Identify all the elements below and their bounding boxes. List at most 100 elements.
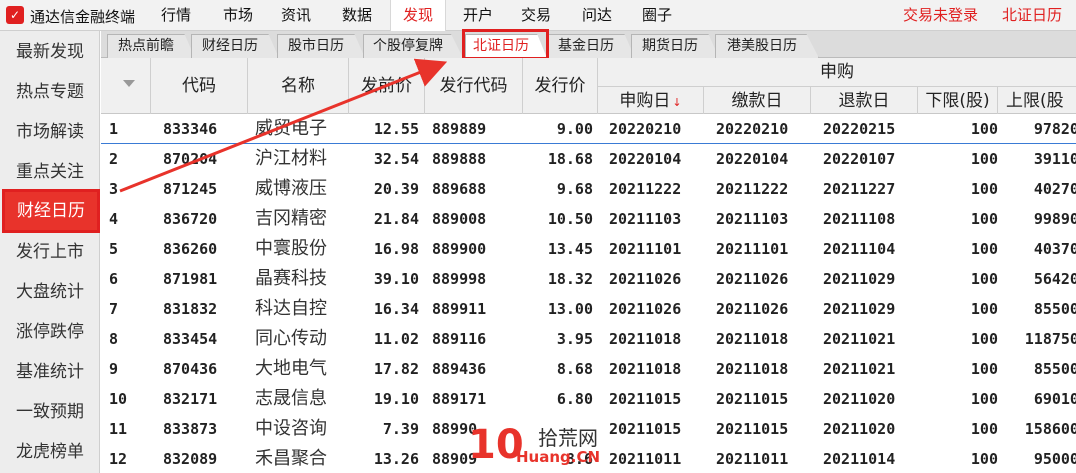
- header-min-shares[interactable]: 下限(股): [918, 86, 998, 114]
- header-refund-date[interactable]: 退款日: [811, 86, 918, 114]
- cell-subscription-date: 20211011: [609, 450, 682, 468]
- row-index: 5: [109, 240, 119, 258]
- sidebar: 最新发现 热点专题 市场解读 重点关注 财经日历 发行上市 大盘统计 涨停跌停 …: [0, 31, 100, 473]
- cell-code: 870436: [163, 360, 218, 378]
- cell-refund-date: 20220107: [823, 150, 896, 168]
- menu-item-data[interactable]: 数据: [331, 0, 383, 31]
- tab-bse-calendar[interactable]: 北证日历: [465, 34, 547, 58]
- header-name[interactable]: 名称: [248, 58, 349, 114]
- cell-subscription-date: 20211101: [609, 240, 682, 258]
- sidebar-item-key-focus[interactable]: 重点关注: [0, 152, 100, 192]
- cell-refund-date: 20211108: [823, 210, 896, 228]
- sidebar-item-market-stats[interactable]: 大盘统计: [0, 272, 100, 312]
- tab-futures-calendar[interactable]: 期货日历: [631, 34, 719, 58]
- bse-calendar-link[interactable]: 北证日历: [1002, 0, 1062, 31]
- cell-min-shares: 100: [970, 270, 998, 288]
- sort-column-header[interactable]: [101, 58, 151, 114]
- cell-payment-date: 20211026: [716, 300, 789, 318]
- table-row[interactable]: 4 836720 吉冈精密 21.84 889008 10.50 20211103 20211…: [101, 204, 1076, 234]
- cell-refund-date: 20211029: [823, 270, 896, 288]
- header-issue-code[interactable]: 发行代码: [425, 58, 523, 114]
- cell-issue-price: 6.80: [556, 390, 593, 408]
- cell-name: 威博液压: [255, 178, 327, 199]
- cell-pre-price: 39.10: [373, 270, 419, 288]
- header-subscription-date-label: 申购日: [619, 91, 671, 111]
- cell-min-shares: 100: [970, 300, 998, 318]
- cell-name: 大地电气: [255, 358, 327, 379]
- menu-bar: ✓ 通达信金融终端 行情 市场 资讯 数据 发现 开户 交易 问达 圈子 交易未…: [0, 0, 1076, 31]
- cell-issue-price: 10.50: [547, 210, 593, 228]
- trade-login-status-link[interactable]: 交易未登录: [903, 0, 978, 31]
- cell-name: 中设咨询: [255, 418, 327, 439]
- table-row[interactable]: 9 870436 大地电气 17.82 889436 8.68 20211018 202110…: [101, 354, 1076, 384]
- table-header: 代码 名称 发前价 发行代码 发行价 申购 申购日 ↓ 缴款日 退款日 下限(股)…: [101, 58, 1076, 114]
- header-pre-price[interactable]: 发前价: [349, 58, 425, 114]
- sidebar-item-ipo-listing[interactable]: 发行上市: [0, 232, 100, 272]
- menu-item-market[interactable]: 市场: [212, 0, 264, 31]
- cell-payment-date: 20211222: [716, 180, 789, 198]
- table-row[interactable]: 6 871981 晶赛科技 39.10 889998 18.32 20211026 20211…: [101, 264, 1076, 294]
- header-subscription-date[interactable]: 申购日 ↓: [598, 86, 704, 114]
- header-code[interactable]: 代码: [151, 58, 248, 114]
- sidebar-item-market-analysis[interactable]: 市场解读: [0, 112, 100, 152]
- sidebar-item-limit-up-down[interactable]: 涨停跌停: [0, 312, 100, 352]
- cell-refund-date: 20211020: [823, 390, 896, 408]
- cell-name: 志晟信息: [255, 388, 327, 409]
- cell-code: 832171: [163, 390, 218, 408]
- menu-item-circle[interactable]: 圈子: [631, 0, 683, 31]
- table-row[interactable]: 5 836260 中寰股份 16.98 889900 13.45 20211101 20211…: [101, 234, 1076, 264]
- tab-fund-calendar[interactable]: 基金日历: [547, 34, 635, 58]
- menu-item-ask[interactable]: 问达: [571, 0, 623, 31]
- table-row[interactable]: 3 871245 威博液压 20.39 889688 9.68 20211222 202112…: [101, 174, 1076, 204]
- cell-max-shares: 950000: [1033, 450, 1076, 468]
- cell-name: 吉冈精密: [255, 208, 327, 229]
- tab-financial-calendar[interactable]: 财经日历: [191, 34, 279, 58]
- table-row[interactable]: 7 831832 科达自控 16.34 889911 13.00 20211026 20211…: [101, 294, 1076, 324]
- cell-issue-price: 13.45: [547, 240, 593, 258]
- cell-min-shares: 100: [970, 120, 998, 138]
- row-index: 3: [109, 180, 119, 198]
- cell-refund-date: 20211227: [823, 180, 896, 198]
- cell-name: 禾昌聚合: [255, 448, 327, 469]
- sidebar-item-consensus-forecast[interactable]: 一致预期: [0, 392, 100, 432]
- cell-payment-date: 20211015: [716, 390, 789, 408]
- cell-refund-date: 20211014: [823, 450, 896, 468]
- header-issue-price[interactable]: 发行价: [523, 58, 598, 114]
- tab-stock-market-calendar[interactable]: 股市日历: [277, 34, 365, 58]
- cell-pre-price: 7.39: [382, 420, 419, 438]
- cell-issue-code: 889171: [432, 390, 487, 408]
- menu-item-discover[interactable]: 发现: [390, 0, 446, 31]
- cell-refund-date: 20211021: [823, 330, 896, 348]
- cell-max-shares: 998900: [1033, 210, 1076, 228]
- menu-item-open-account[interactable]: 开户: [452, 0, 504, 31]
- cell-issue-price: 8.68: [556, 360, 593, 378]
- table-row[interactable]: 2 870204 沪江材料 32.54 889888 18.68 20220104 20220…: [101, 144, 1076, 174]
- sidebar-item-dragon-tiger-list[interactable]: 龙虎榜单: [0, 432, 100, 472]
- app-title: 通达信金融终端: [30, 8, 136, 26]
- tab-suspension-resumption[interactable]: 个股停复牌: [363, 34, 463, 58]
- menu-item-news[interactable]: 资讯: [270, 0, 322, 31]
- table-row[interactable]: 10 832171 志晟信息 19.10 889171 6.80 20211015 20211…: [101, 384, 1076, 414]
- menu-item-trade[interactable]: 交易: [510, 0, 562, 31]
- sidebar-item-financial-calendar[interactable]: 财经日历: [2, 189, 100, 233]
- row-index: 11: [109, 420, 128, 438]
- cell-pre-price: 20.39: [373, 180, 419, 198]
- sidebar-item-hot-topics[interactable]: 热点专题: [0, 72, 100, 112]
- menu-item-market-quotes[interactable]: 行情: [150, 0, 202, 31]
- tab-hot-preview[interactable]: 热点前瞻: [107, 34, 195, 58]
- tab-hk-us-calendar[interactable]: 港美股日历: [715, 34, 819, 58]
- sidebar-item-latest-discoveries[interactable]: 最新发现: [0, 32, 100, 72]
- header-max-shares[interactable]: 上限(股: [998, 86, 1076, 114]
- row-index: 7: [109, 300, 119, 318]
- cell-pre-price: 13.26: [373, 450, 419, 468]
- tab-bar: 热点前瞻 财经日历 股市日历 个股停复牌 北证日历 基金日历 期货日历 港美股日…: [101, 31, 1076, 58]
- cell-subscription-date: 20211018: [609, 330, 682, 348]
- cell-code: 836260: [163, 240, 218, 258]
- table-row[interactable]: 1 833346 威贸电子 12.55 889889 9.00 20220210 202202…: [101, 114, 1076, 144]
- cell-min-shares: 100: [970, 240, 998, 258]
- sidebar-item-benchmark-stats[interactable]: 基准统计: [0, 352, 100, 392]
- table-row[interactable]: 8 833454 同心传动 11.02 889116 3.95 20211018 202110…: [101, 324, 1076, 354]
- header-payment-date[interactable]: 缴款日: [704, 86, 811, 114]
- cell-code: 833454: [163, 330, 218, 348]
- cell-issue-code: 889116: [432, 330, 487, 348]
